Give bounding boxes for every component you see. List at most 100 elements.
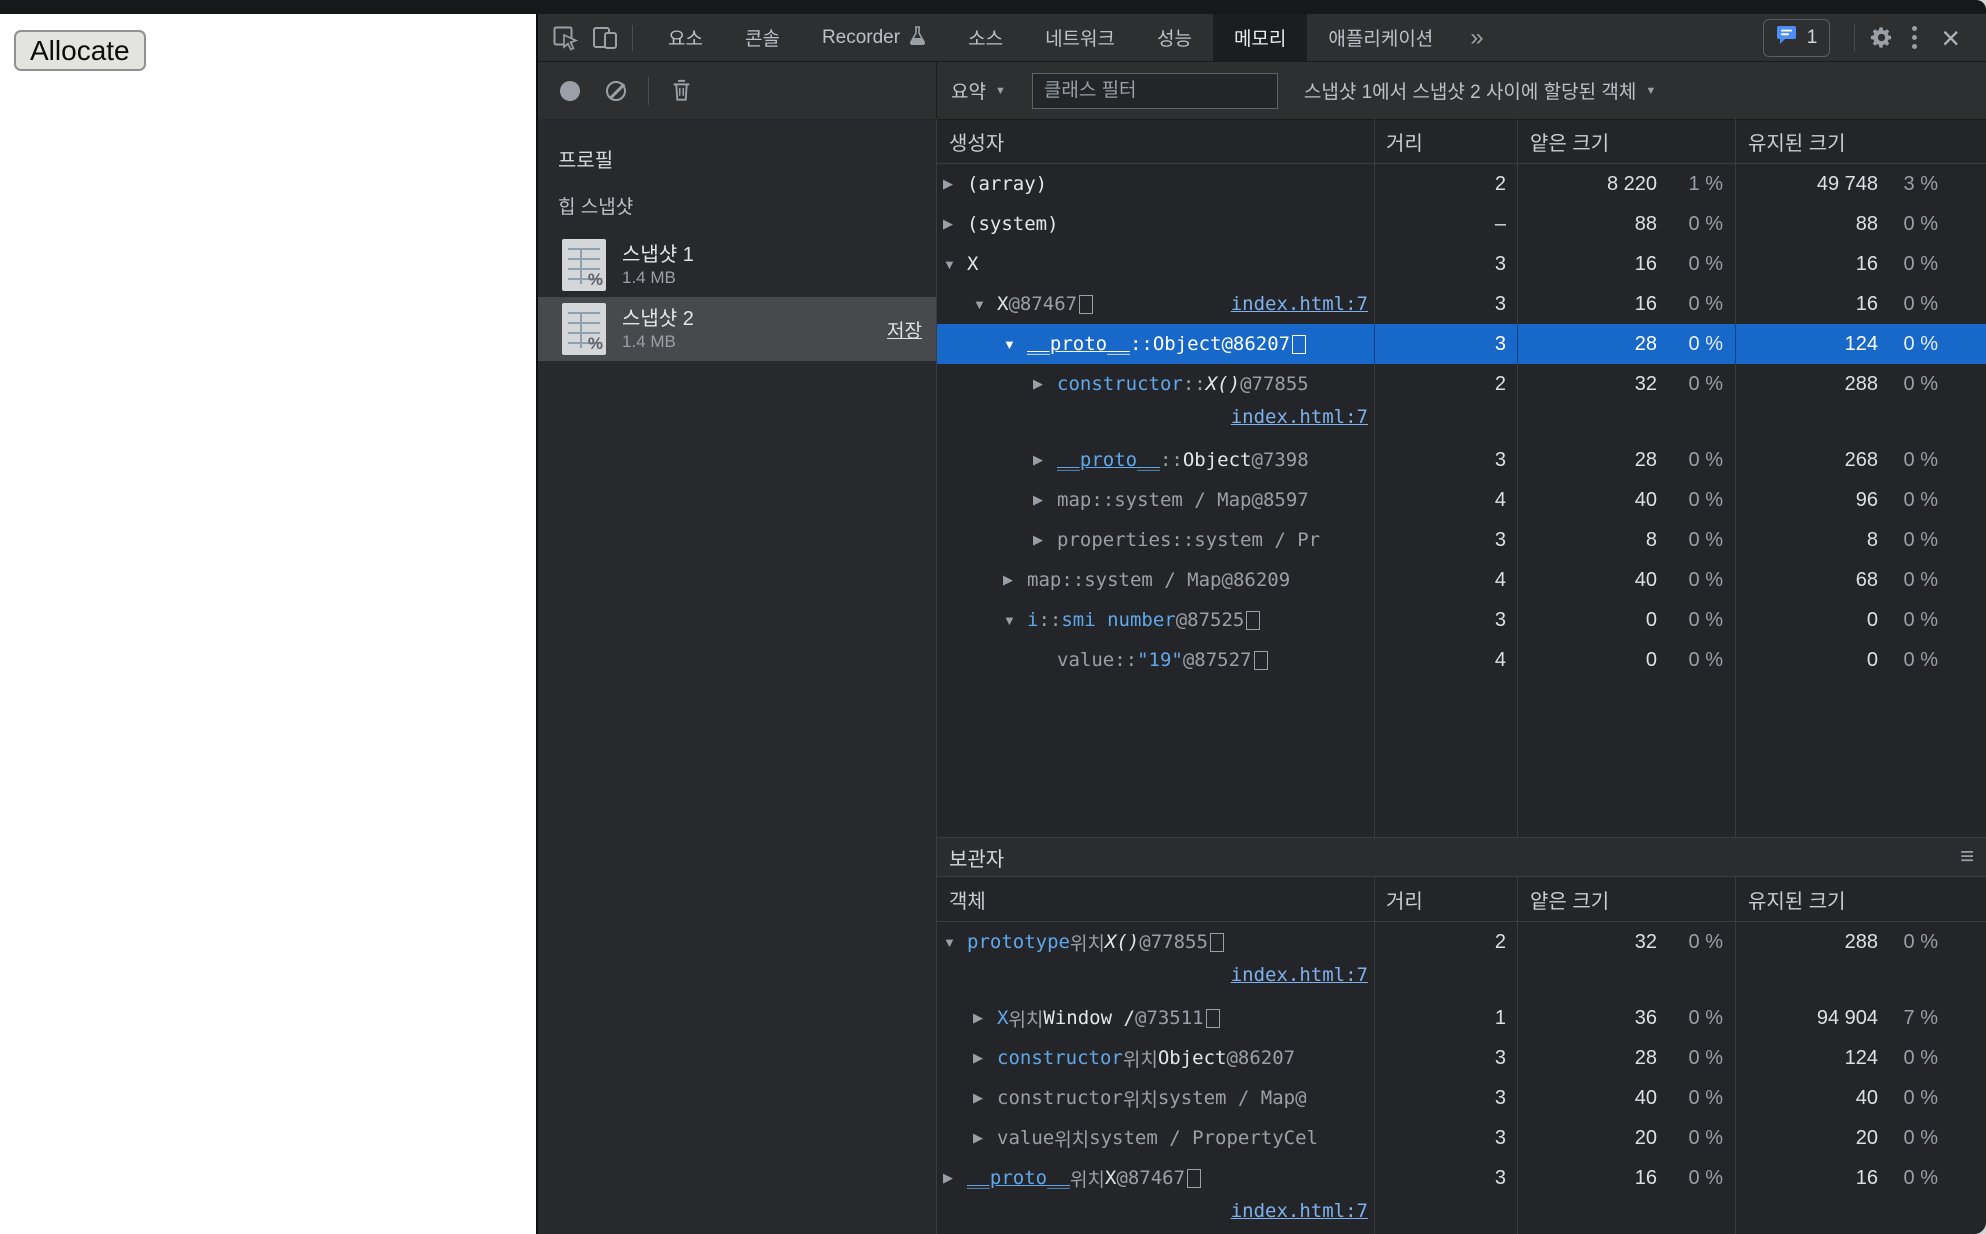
- trash-icon[interactable]: [671, 79, 692, 102]
- retainers-title: 보관자: [949, 848, 1005, 871]
- retainer-row[interactable]: ▶ value 위치 system / PropertyCel 3 20 0 % 20 0 …: [937, 1118, 1986, 1158]
- shallow-size-cell: 40 0 %: [1517, 560, 1735, 600]
- tab-콘솔[interactable]: 콘솔: [724, 14, 801, 61]
- collapse-arrow-icon[interactable]: ▶: [1003, 572, 1027, 588]
- collapse-arrow-icon[interactable]: ▶: [943, 216, 967, 232]
- retainer-row[interactable]: ▶ __proto__ 위치 X @87467 index.html:7 3 16 0 …: [937, 1158, 1986, 1234]
- constructor-row[interactable]: ▼ __proto__ :: Object @86207 3 28 0 % 124 0 %: [937, 324, 1986, 364]
- expand-arrow-icon[interactable]: ▼: [1003, 613, 1027, 628]
- constructor-row[interactable]: ▶ map :: system / Map @8597 4 40 0 % 96 0 %: [937, 480, 1986, 520]
- name-segment: X: [997, 1007, 1009, 1029]
- retained-size-value: 16: [1855, 293, 1878, 315]
- retainer-row[interactable]: ▼ prototype 위치 X() @77855 index.html:7 2 32…: [937, 922, 1986, 998]
- collapse-arrow-icon[interactable]: ▶: [1033, 532, 1057, 548]
- issues-counter[interactable]: 1: [1762, 18, 1831, 57]
- retainer-row[interactable]: ▶ constructor 위치 Object @86207 3 28 0 % 124 0 …: [937, 1038, 1986, 1078]
- save-link[interactable]: 저장: [887, 316, 922, 343]
- column-header-shallow-size[interactable]: 얕은 크기: [1517, 885, 1735, 914]
- memory-toolbar: 요약 ▼ 스냅샷 1에서 스냅샷 2 사이에 할당된 객체 ▼: [538, 61, 1986, 120]
- tabbar-right: 1 ×: [1762, 18, 1986, 57]
- tab-애플리케이션[interactable]: 애플리케이션: [1307, 14, 1454, 61]
- collapse-arrow-icon[interactable]: ▶: [973, 1090, 997, 1106]
- source-link[interactable]: index.html:7: [1231, 1200, 1368, 1222]
- tab-성능[interactable]: 성능: [1136, 14, 1213, 61]
- hamburger-menu-icon[interactable]: ≡: [1960, 845, 1974, 869]
- close-icon[interactable]: ×: [1935, 22, 1966, 54]
- retainer-row[interactable]: ▶ X 위치 Window / @73511 1 36 0 % 94 904 7 %: [937, 998, 1986, 1038]
- inspect-element-icon[interactable]: [552, 25, 578, 51]
- constructor-row[interactable]: ▼ i :: smi number @87525 3 0 0 % 0 0 %: [937, 600, 1986, 640]
- constructor-row[interactable]: ▶ (system) – 88 0 % 88 0 %: [937, 204, 1986, 244]
- more-tabs-icon[interactable]: »: [1454, 24, 1499, 52]
- name-segment: __proto__: [1057, 449, 1160, 471]
- constructor-row[interactable]: value :: "19" @87527 4 0 0 % 0 0 %: [937, 640, 1986, 680]
- retained-size-value: 0: [1866, 649, 1878, 671]
- column-header-distance[interactable]: 거리: [1374, 885, 1517, 914]
- collapse-arrow-icon[interactable]: ▶: [1033, 452, 1057, 468]
- expand-arrow-icon[interactable]: ▼: [943, 257, 967, 272]
- retained-size-cell: 0 0 %: [1735, 640, 1986, 680]
- perspective-select[interactable]: 요약 ▼: [951, 77, 1006, 104]
- allocate-button[interactable]: Allocate: [14, 30, 146, 71]
- shallow-size-cell: 16 0 %: [1517, 1158, 1735, 1198]
- name-segment: Window /: [1043, 1007, 1135, 1029]
- collapse-arrow-icon[interactable]: ▶: [973, 1130, 997, 1146]
- tab-네트워크[interactable]: 네트워크: [1024, 14, 1136, 61]
- record-icon[interactable]: [560, 80, 580, 101]
- shallow-size-percent: 0 %: [1688, 293, 1723, 315]
- name-segment: 위치: [1054, 1129, 1090, 1151]
- expand-arrow-icon[interactable]: ▼: [943, 935, 967, 950]
- distance-cell: 3: [1374, 324, 1517, 364]
- name-segment: @: [1295, 1087, 1307, 1109]
- snapshot-item-2[interactable]: 스냅샷 21.4 MB 저장: [538, 297, 936, 361]
- collapse-arrow-icon[interactable]: ▶: [973, 1010, 997, 1026]
- constructor-row[interactable]: ▼ X 3 16 0 % 16 0 %: [937, 244, 1986, 284]
- retained-size-percent: 0 %: [1903, 569, 1938, 591]
- collapse-arrow-icon[interactable]: ▶: [1033, 376, 1057, 392]
- column-header-retained-size[interactable]: 유지된 크기: [1735, 885, 1986, 914]
- column-header-distance[interactable]: 거리: [1374, 127, 1517, 156]
- collapse-arrow-icon[interactable]: ▶: [943, 1170, 967, 1186]
- constructor-row[interactable]: ▶ properties :: system / Pr 3 8 0 % 8 0 %: [937, 520, 1986, 560]
- shallow-size-cell: 16 0 %: [1517, 244, 1735, 284]
- constructor-row[interactable]: ▶ __proto__ :: Object @7398 3 28 0 % 268 0 %: [937, 440, 1986, 480]
- name-segment: prototype: [967, 931, 1070, 953]
- name-segment: (system): [967, 213, 1059, 235]
- retained-size-percent: 0 %: [1903, 489, 1938, 511]
- column-header-constructor[interactable]: 생성자: [937, 127, 1374, 156]
- constructor-row[interactable]: ▶ constructor :: X() @77855 index.html:7 2 3…: [937, 364, 1986, 440]
- kebab-menu-icon[interactable]: [1912, 26, 1918, 49]
- clear-icon[interactable]: [606, 80, 626, 101]
- column-header-object[interactable]: 객체: [937, 885, 1374, 914]
- shallow-size-value: 40: [1634, 1087, 1657, 1109]
- snapshot-item-1[interactable]: 스냅샷 11.4 MB: [538, 233, 936, 297]
- shallow-size-value: 36: [1634, 1007, 1657, 1029]
- retainer-row[interactable]: ▶ constructor 위치 system / Map @3 40 0 % 40 0 …: [937, 1078, 1986, 1118]
- tab-Recorder[interactable]: Recorder: [801, 14, 947, 61]
- distance-cell: 3: [1494, 1127, 1506, 1149]
- tab-요소[interactable]: 요소: [647, 14, 724, 61]
- tab-메모리[interactable]: 메모리: [1212, 14, 1308, 61]
- expand-arrow-icon[interactable]: ▼: [973, 297, 997, 312]
- shallow-size-cell: 32 0 %: [1517, 364, 1735, 404]
- source-link[interactable]: index.html:7: [1231, 293, 1374, 315]
- retained-size-value: 68: [1855, 569, 1878, 591]
- class-filter-input[interactable]: [1031, 72, 1278, 109]
- name-segment: 위치: [1069, 933, 1105, 955]
- column-header-retained-size[interactable]: 유지된 크기: [1735, 127, 1986, 156]
- expand-arrow-icon[interactable]: ▼: [1003, 337, 1027, 352]
- collapse-arrow-icon[interactable]: ▶: [1033, 492, 1057, 508]
- allocation-filter-select[interactable]: 스냅샷 1에서 스냅샷 2 사이에 할당된 객체 ▼: [1304, 77, 1656, 104]
- distance-cell: 4: [1494, 649, 1506, 671]
- gear-icon[interactable]: [1869, 25, 1894, 50]
- collapse-arrow-icon[interactable]: ▶: [973, 1050, 997, 1066]
- source-link[interactable]: index.html:7: [1231, 406, 1368, 428]
- column-header-shallow-size[interactable]: 얕은 크기: [1517, 127, 1735, 156]
- device-toolbar-icon[interactable]: [592, 25, 618, 51]
- source-link[interactable]: index.html:7: [1231, 964, 1368, 986]
- constructor-row[interactable]: ▶ map :: system / Map @86209 4 40 0 % 68 0 %: [937, 560, 1986, 600]
- collapse-arrow-icon[interactable]: ▶: [943, 176, 967, 192]
- constructor-row[interactable]: ▶ (array) 2 8 220 1 % 49 748 3 %: [937, 164, 1986, 204]
- constructor-row[interactable]: ▼ X @87467 index.html:7 3 16 0 % 16 0 %: [937, 284, 1986, 324]
- tab-소스[interactable]: 소스: [947, 14, 1024, 61]
